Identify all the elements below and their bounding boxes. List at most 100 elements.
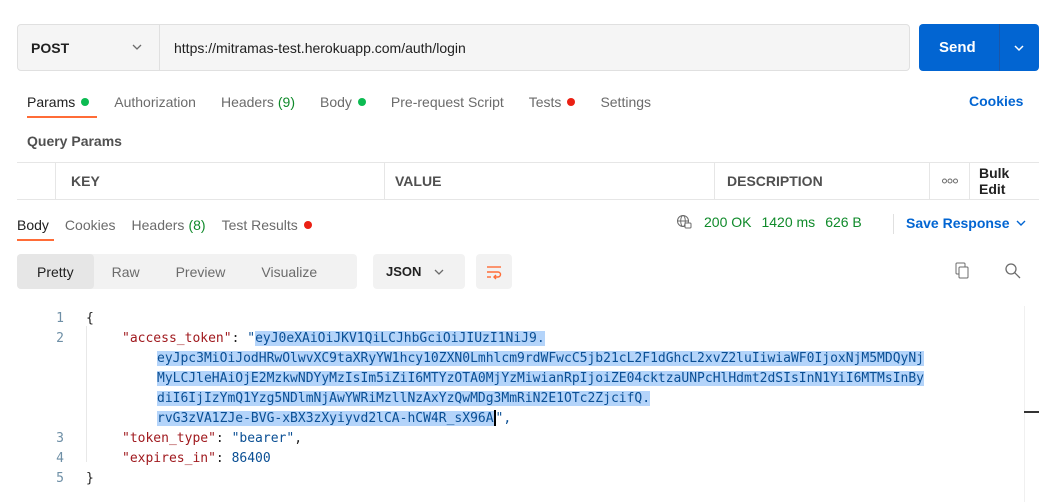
json-colon: : [215, 430, 232, 446]
format-select[interactable]: JSON [373, 254, 465, 289]
json-key: "token_type" [122, 430, 216, 446]
wrap-lines-icon [487, 265, 502, 279]
chevron-down-icon [434, 269, 444, 275]
active-tab-underline [27, 116, 97, 118]
tab-body[interactable]: Body [320, 94, 366, 110]
view-pretty[interactable]: Pretty [17, 254, 94, 289]
brace: } [86, 470, 94, 486]
token-type-line: "token_type": "bearer", [122, 428, 302, 448]
chevron-down-icon[interactable] [1012, 41, 1026, 55]
format-label: JSON [386, 264, 422, 279]
copy-icon[interactable] [954, 262, 970, 280]
chevron-down-icon [132, 44, 142, 50]
send-button[interactable]: Send [919, 24, 1039, 71]
line-number: 2 [56, 330, 64, 346]
tab-label: Pre-request Script [390, 94, 504, 110]
json-colon: : [231, 330, 248, 346]
response-status: 200 OK 1420 ms 626 B [676, 214, 862, 230]
params-table-header: KEY VALUE DESCRIPTION Bulk Edit [17, 162, 1039, 200]
method-label: POST [31, 39, 70, 56]
json-string-selected: eyJ0eXAiOiJKV1QiLCJhbGciOiJIUzI1NiJ9. [255, 330, 545, 346]
brace: { [86, 310, 94, 326]
checkbox-column [17, 163, 56, 199]
tab-authorization[interactable]: Authorization [114, 94, 196, 110]
value-column-header: VALUE [385, 163, 715, 199]
cookies-link[interactable]: Cookies [969, 93, 1023, 109]
active-tab-underline [17, 239, 54, 241]
status-dot [357, 98, 366, 106]
url-input[interactable]: https://mitramas-test.herokuapp.com/auth… [160, 40, 466, 56]
json-string: "bearer" [231, 430, 295, 446]
tab-label: Settings [600, 94, 652, 110]
more-dots-icon [941, 178, 958, 184]
tab-label: Body [17, 217, 49, 233]
tab-response-cookies[interactable]: Cookies [65, 217, 116, 233]
json-colon: : [215, 450, 232, 466]
json-quote: " [247, 330, 256, 346]
description-column-header: DESCRIPTION [715, 163, 930, 199]
json-key: "access_token" [122, 330, 232, 346]
indent-guide [86, 326, 87, 462]
method-select[interactable]: POST [18, 25, 160, 70]
status-dot [303, 221, 312, 229]
tab-count: (8) [188, 217, 206, 233]
tab-headers[interactable]: Headers (9) [221, 94, 295, 110]
more-options-icon[interactable] [930, 163, 970, 199]
tab-label: Headers [131, 217, 185, 233]
tab-label: Params [27, 94, 76, 110]
json-string-selected: diI6IjIzYmQ1Yzg5NDlmNjAwYWRiMzllNzAxYzQw… [157, 390, 651, 406]
query-params-heading: Query Params [27, 133, 122, 149]
response-size[interactable]: 626 B [825, 214, 862, 230]
json-string-selected: rvG3zVA1ZJe-BVG-xBX3zXyiyvd2lCA-hCW4R_sX… [157, 410, 494, 426]
access-token-line-4: diI6IjIzYmQ1Yzg5NDlmNjAwYWRiMzllNzAxYzQw… [157, 388, 651, 408]
key-column-header: KEY [56, 163, 385, 199]
tab-tests[interactable]: Tests [529, 94, 576, 110]
send-label: Send [939, 39, 976, 56]
send-divider [999, 24, 1000, 71]
status-code[interactable]: 200 OK [704, 214, 751, 230]
json-string-end: ", [495, 410, 512, 426]
bulk-edit-button[interactable]: Bulk Edit [970, 163, 1039, 199]
access-token-line-5: rvG3zVA1ZJe-BVG-xBX3zXyiyvd2lCA-hCW4R_sX… [157, 408, 511, 428]
tab-label: Headers [220, 94, 274, 110]
json-number: 86400 [231, 450, 271, 466]
tab-params[interactable]: Params [27, 94, 90, 110]
request-tabs: Params Authorization Headers (9) Body Pre… [27, 92, 676, 112]
access-token-line-3: MyLCJleHAiOjE2MzkwNDYyMzIsIm5iZiI6MTYzOT… [157, 368, 925, 388]
scrollbar-track[interactable] [1024, 306, 1025, 502]
json-comma: , [294, 430, 303, 446]
line-number: 5 [56, 470, 64, 486]
tab-label: Tests [528, 94, 562, 110]
view-preview[interactable]: Preview [158, 254, 244, 289]
status-dot [567, 98, 576, 106]
tab-label: Body [320, 94, 352, 110]
save-response-label: Save Response [906, 215, 1010, 231]
clipped-top-text [0, 0, 1039, 14]
tab-response-headers[interactable]: Headers (8) [132, 217, 206, 233]
view-mode-bar: Pretty Raw Preview Visualize [17, 254, 357, 289]
tab-label: Cookies [64, 217, 116, 233]
json-key: "expires_in" [122, 450, 216, 466]
scrollbar-marker [1024, 411, 1039, 413]
chevron-down-icon [1016, 220, 1025, 226]
line-number: 1 [56, 310, 64, 326]
json-string-selected: eyJpc3MiOiJodHRwOlwvXC9taXRyYW1hcy10ZXN0… [157, 350, 925, 366]
view-visualize[interactable]: Visualize [243, 254, 335, 289]
globe-icon[interactable] [676, 214, 692, 230]
response-tabs: Body Cookies Headers (8) Test Results [17, 215, 328, 235]
tab-response-body[interactable]: Body [17, 217, 49, 233]
line-number: 4 [56, 450, 64, 466]
tab-pre-request-script[interactable]: Pre-request Script [391, 94, 504, 110]
tab-label: Authorization [114, 94, 196, 110]
search-icon[interactable] [1004, 262, 1022, 280]
tab-test-results[interactable]: Test Results [222, 217, 312, 233]
tab-label: Test Results [221, 217, 298, 233]
response-time[interactable]: 1420 ms [761, 214, 815, 230]
wrap-lines-button[interactable] [476, 254, 512, 289]
expires-in-line: "expires_in": 86400 [122, 448, 271, 468]
tab-settings[interactable]: Settings [600, 94, 651, 110]
status-dot [81, 98, 90, 106]
view-raw[interactable]: Raw [94, 254, 158, 289]
save-response-button[interactable]: Save Response [906, 215, 1027, 231]
access-token-line-1: "access_token": " eyJ0eXAiOiJKV1QiLCJhbGc… [122, 328, 545, 348]
